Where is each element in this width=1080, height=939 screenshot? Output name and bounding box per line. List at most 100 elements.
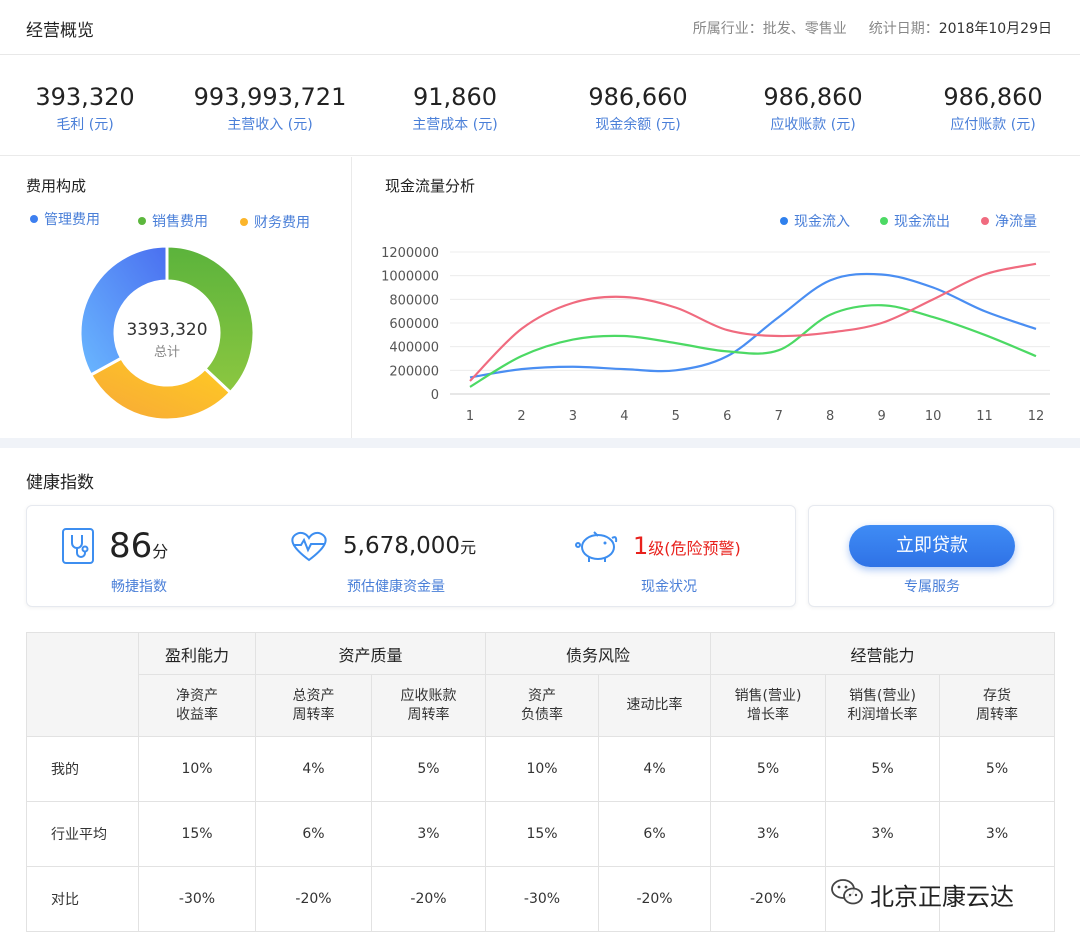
score-value: 86 — [109, 526, 153, 566]
wechat-icon — [831, 879, 863, 905]
table-cell: -20% — [598, 866, 712, 932]
health-cash-status: 1级(危险预警) 现金状况 — [575, 506, 775, 606]
table-row: 行业平均 15% 6% 3% 15% 6% 3% 3% 3% — [26, 801, 1056, 867]
table-cell: 3% — [825, 801, 941, 867]
fund-value: 5,678,000 — [343, 533, 461, 559]
kpi-value: 986,860 — [943, 83, 1043, 111]
kpi-main-cost: 91,860 主营成本 (元) — [385, 82, 525, 134]
y-tick-label: 400000 — [389, 341, 439, 356]
table-corner-cell — [26, 632, 139, 737]
x-tick-label: 12 — [1028, 409, 1045, 424]
group-header: 盈利能力 — [138, 632, 256, 675]
table-cell: 3% — [710, 801, 827, 867]
row-label: 对比 — [26, 866, 139, 932]
table-cell: 10% — [485, 736, 600, 802]
y-tick-label: 200000 — [389, 364, 439, 379]
row-label: 行业平均 — [26, 801, 139, 867]
score-unit: 分 — [152, 542, 169, 561]
kpi-main-revenue: 993,993,721 主营收入 (元) — [190, 82, 350, 134]
table-cell: 15% — [138, 801, 256, 867]
kpi-label: 现金余额 (元) — [595, 117, 681, 133]
column-header: 净资产 收益率 — [138, 674, 256, 737]
column-header: 应收账款 周转率 — [370, 674, 487, 737]
x-tick-label: 6 — [723, 409, 731, 424]
x-tick-label: 11 — [976, 409, 993, 424]
kpi-value: 91,860 — [413, 83, 497, 111]
group-header: 经营能力 — [710, 632, 1056, 675]
table-cell: -20% — [255, 866, 372, 932]
expense-panel: 费用构成 管理费用 销售费用 财务费用 3393,320 总计 — [0, 157, 352, 440]
y-tick-label: 800000 — [389, 293, 439, 308]
score-line: 86分 — [109, 526, 168, 566]
table-cell: 3% — [370, 801, 487, 867]
kpi-row: 393,320 毛利 (元) 993,993,721 主营收入 (元) 91,8… — [0, 56, 1080, 156]
kpi-label: 毛利 (元) — [56, 117, 114, 133]
cash-level-text: 级(危险预警) — [648, 539, 741, 558]
y-tick-label: 1000000 — [381, 270, 439, 285]
column-header: 资产 负债率 — [485, 674, 600, 737]
watermark: 北京正康云达 — [830, 875, 1048, 911]
group-header: 债务风险 — [485, 632, 712, 675]
donut-total-value: 3393,320 — [126, 320, 207, 340]
table-cell: 5% — [825, 736, 941, 802]
heart-pulse-icon — [291, 531, 327, 562]
health-summary-card: 86分 畅捷指数 5,678,000元 预估健康资金量 1级(危险预警) 现金状… — [26, 505, 796, 607]
health-score: 86分 畅捷指数 — [59, 506, 259, 606]
industry-text: 所属行业：批发、零售业 — [692, 21, 847, 37]
table-cell: 15% — [485, 801, 600, 867]
column-header: 销售(营业) 增长率 — [710, 674, 827, 737]
apply-loan-button[interactable]: 立即贷款 — [849, 525, 1015, 567]
table-row: 我的 10% 4% 5% 10% 4% 5% 5% 5% — [26, 736, 1056, 802]
loan-service-label: 专属服务 — [904, 579, 960, 595]
table-cell: -30% — [138, 866, 256, 932]
date-label: 统计日期： — [868, 21, 939, 37]
y-tick-label: 600000 — [389, 317, 439, 332]
x-tick-label: 2 — [517, 409, 525, 424]
fund-label: 预估健康资金量 — [347, 579, 445, 595]
kpi-value: 986,860 — [763, 83, 863, 111]
cashflow-panel: 现金流量分析 现金流入 现金流出 净流量 0 200000 400000 600000… — [353, 157, 1080, 440]
column-header: 总资产 周转率 — [255, 674, 372, 737]
table-cell: -20% — [370, 866, 487, 932]
kpi-label: 主营收入 (元) — [227, 117, 313, 133]
cash-status-label: 现金状况 — [641, 579, 697, 595]
health-title: 健康指数 — [26, 473, 94, 493]
x-tick-label: 7 — [775, 409, 783, 424]
kpi-value: 393,320 — [35, 83, 135, 111]
x-tick-label: 3 — [569, 409, 577, 424]
fund-unit: 元 — [460, 538, 477, 557]
kpi-value: 993,993,721 — [193, 83, 347, 111]
column-header: 存货 周转率 — [939, 674, 1056, 737]
y-tick-label: 1200000 — [381, 246, 439, 261]
watermark-text: 北京正康云达 — [870, 883, 1014, 911]
table-cell: 3% — [939, 801, 1056, 867]
piggy-bank-icon — [575, 531, 618, 562]
health-fund: 5,678,000元 预估健康资金量 — [289, 506, 509, 606]
x-tick-label: 9 — [877, 409, 885, 424]
kpi-payables: 986,860 应付账款 (元) — [923, 82, 1063, 134]
table-cell: -20% — [710, 866, 827, 932]
series-cash-outflow[interactable] — [469, 304, 1037, 388]
kpi-gross-profit: 393,320 毛利 (元) — [20, 82, 150, 134]
cashflow-line-chart: 020000040000060000080000010000001200000 … — [381, 246, 1050, 424]
table-cell: 5% — [370, 736, 487, 802]
table-cell: 6% — [255, 801, 372, 867]
table-cell: 5% — [939, 736, 1056, 802]
header-meta: 所属行业：批发、零售业 统计日期：2018年10月29日 — [671, 18, 1052, 38]
donut-total-label: 总计 — [154, 345, 180, 360]
cash-level-value: 1 — [633, 532, 649, 560]
y-tick-label: 0 — [431, 388, 439, 403]
page-title: 经营概览 — [26, 21, 94, 41]
kpi-cash-balance: 986,660 现金余额 (元) — [568, 82, 708, 134]
kpi-value: 986,660 — [588, 83, 688, 111]
column-header: 销售(营业) 利润增长率 — [825, 674, 941, 737]
cash-level-line: 1级(危险预警) — [633, 532, 741, 560]
expense-donut-chart: 3393,320 总计 — [78, 244, 256, 422]
x-tick-label: 5 — [672, 409, 680, 424]
table-cell: 6% — [598, 801, 712, 867]
table-cell: 10% — [138, 736, 256, 802]
kpi-label: 应付账款 (元) — [950, 117, 1036, 133]
row-label: 我的 — [26, 736, 139, 802]
x-tick-label: 10 — [925, 409, 942, 424]
table-cell: 4% — [255, 736, 372, 802]
